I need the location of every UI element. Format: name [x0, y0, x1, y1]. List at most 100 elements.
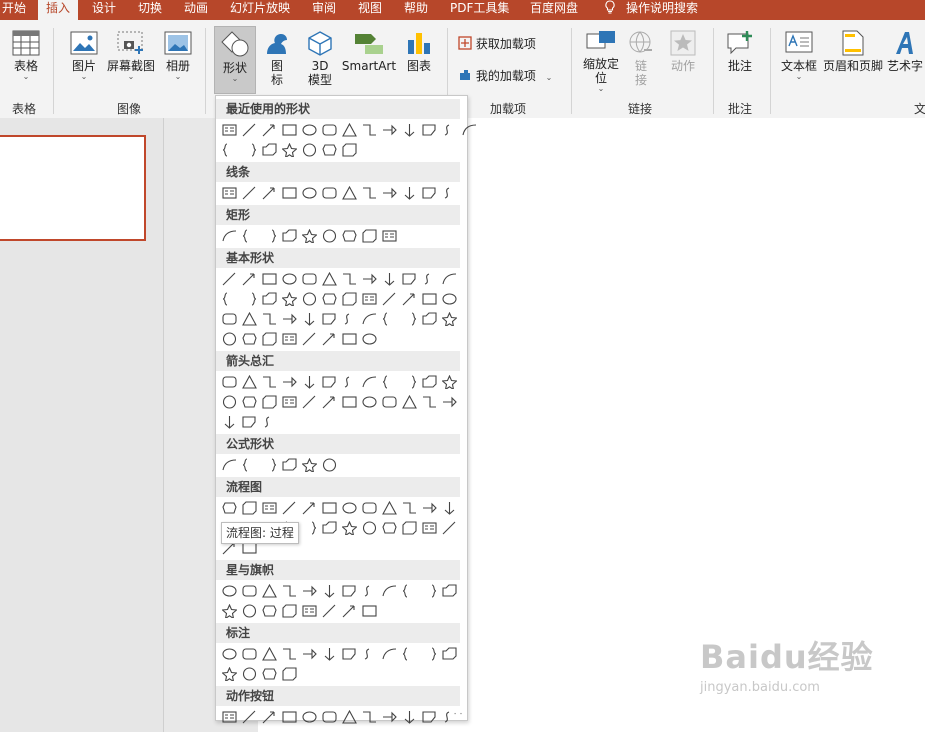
3d-models-button[interactable]: 3D 模型 [302, 30, 338, 87]
shape-item-action[interactable] [360, 708, 379, 726]
shape-item-stars[interactable] [300, 582, 319, 600]
shape-item-arrows[interactable] [220, 393, 239, 411]
shape-item-action[interactable] [400, 708, 419, 726]
shape-item-lines[interactable] [260, 184, 279, 202]
shape-item-basic[interactable] [260, 310, 279, 328]
shape-item-lines[interactable] [340, 184, 359, 202]
shape-item-stars[interactable] [440, 582, 459, 600]
shape-item-recent[interactable] [320, 121, 339, 139]
screenshot-button[interactable]: 屏幕截图 ⌄ [104, 30, 158, 81]
shape-item-stars[interactable] [420, 582, 439, 600]
shape-item-arrows[interactable] [220, 373, 239, 391]
shape-item-arrows[interactable] [280, 393, 299, 411]
shape-item-equation[interactable] [260, 456, 279, 474]
shape-item-callouts[interactable] [240, 665, 259, 683]
shape-item-stars[interactable] [400, 582, 419, 600]
shape-item-arrows[interactable] [340, 393, 359, 411]
shape-item-arrows[interactable] [320, 373, 339, 391]
wordart-button[interactable]: 艺术字 [886, 30, 924, 73]
shape-item-basic[interactable] [220, 290, 239, 308]
shape-item-action[interactable] [300, 708, 319, 726]
shape-item-basic[interactable] [340, 330, 359, 348]
shape-item-recent[interactable] [240, 141, 259, 159]
shape-item-flowchart[interactable] [240, 499, 259, 517]
shape-item-action[interactable] [340, 708, 359, 726]
shapes-button[interactable]: 形状 ⌄ [214, 26, 256, 94]
shape-item-stars[interactable] [240, 602, 259, 620]
shape-item-flowchart[interactable] [420, 499, 439, 517]
shape-item-flowchart[interactable] [300, 519, 319, 537]
shape-item-lines[interactable] [280, 184, 299, 202]
shape-item-arrows[interactable] [440, 373, 459, 391]
action-button[interactable]: 动作 [666, 30, 700, 73]
table-button[interactable]: 表格 ⌄ [8, 30, 44, 81]
shape-item-recent[interactable] [340, 141, 359, 159]
header-footer-button[interactable]: 页眉和页脚 [821, 30, 885, 73]
shape-item-flowchart[interactable] [360, 519, 379, 537]
shape-item-flowchart[interactable] [400, 499, 419, 517]
shape-item-rect[interactable] [280, 227, 299, 245]
shape-item-lines[interactable] [400, 184, 419, 202]
shape-item-basic[interactable] [300, 290, 319, 308]
shape-item-basic[interactable] [320, 310, 339, 328]
shape-item-stars[interactable] [360, 582, 379, 600]
shape-item-flowchart[interactable] [380, 499, 399, 517]
shape-item-arrows[interactable] [400, 393, 419, 411]
shape-item-basic[interactable] [360, 310, 379, 328]
shape-item-rect[interactable] [340, 227, 359, 245]
shape-item-equation[interactable] [280, 456, 299, 474]
shape-item-action[interactable] [420, 708, 439, 726]
zoom-button[interactable]: 缩放定 位 ⌄ [578, 30, 624, 93]
shape-item-recent[interactable] [260, 121, 279, 139]
shape-item-basic[interactable] [280, 330, 299, 348]
shape-item-basic[interactable] [240, 270, 259, 288]
shape-item-recent[interactable] [300, 141, 319, 159]
shape-item-arrows[interactable] [340, 373, 359, 391]
icons-button[interactable]: 图 标 [260, 30, 294, 87]
shape-item-stars[interactable] [360, 602, 379, 620]
shape-item-recent[interactable] [360, 121, 379, 139]
shape-item-basic[interactable] [240, 310, 259, 328]
shape-item-stars[interactable] [280, 582, 299, 600]
shape-item-basic[interactable] [340, 290, 359, 308]
shape-item-flowchart[interactable] [440, 519, 459, 537]
shape-item-arrows[interactable] [380, 393, 399, 411]
tab-insert[interactable]: 插入 [38, 0, 79, 20]
shape-item-stars[interactable] [300, 602, 319, 620]
shape-item-stars[interactable] [380, 582, 399, 600]
shape-item-recent[interactable] [220, 141, 239, 159]
shape-item-basic[interactable] [300, 270, 319, 288]
tab-design[interactable]: 设计 [92, 0, 116, 20]
my-addins-button[interactable]: 我的加载项 ⌄ [458, 68, 564, 85]
shape-item-callouts[interactable] [220, 665, 239, 683]
shape-item-lines[interactable] [300, 184, 319, 202]
shape-item-recent[interactable] [240, 121, 259, 139]
shape-item-basic[interactable] [260, 270, 279, 288]
shape-item-flowchart[interactable] [220, 499, 239, 517]
shape-item-equation[interactable] [240, 456, 259, 474]
shape-item-flowchart[interactable] [260, 499, 279, 517]
shape-item-basic[interactable] [440, 310, 459, 328]
shape-item-lines[interactable] [320, 184, 339, 202]
photo-album-button[interactable]: 相册 ⌄ [160, 30, 196, 81]
shape-item-flowchart[interactable] [360, 499, 379, 517]
tab-view[interactable]: 视图 [358, 0, 382, 20]
shape-item-stars[interactable] [260, 602, 279, 620]
shape-item-rect[interactable] [260, 227, 279, 245]
shape-item-callouts[interactable] [280, 645, 299, 663]
shape-item-basic[interactable] [260, 290, 279, 308]
shape-item-basic[interactable] [400, 290, 419, 308]
tab-home[interactable]: 开始 [2, 0, 26, 20]
tell-me-search[interactable]: 操作说明搜索 [604, 0, 698, 20]
shape-item-arrows[interactable] [360, 373, 379, 391]
shape-item-rect[interactable] [220, 227, 239, 245]
shape-item-stars[interactable] [280, 602, 299, 620]
shape-item-callouts[interactable] [360, 645, 379, 663]
shape-item-equation[interactable] [300, 456, 319, 474]
shape-item-basic[interactable] [420, 310, 439, 328]
shape-item-basic[interactable] [220, 330, 239, 348]
tab-pdf-tools[interactable]: PDF工具集 [450, 0, 509, 20]
tab-transitions[interactable]: 切换 [138, 0, 162, 20]
textbox-button[interactable]: 文本框 ⌄ [779, 30, 819, 81]
shape-item-arrows[interactable] [240, 413, 259, 431]
